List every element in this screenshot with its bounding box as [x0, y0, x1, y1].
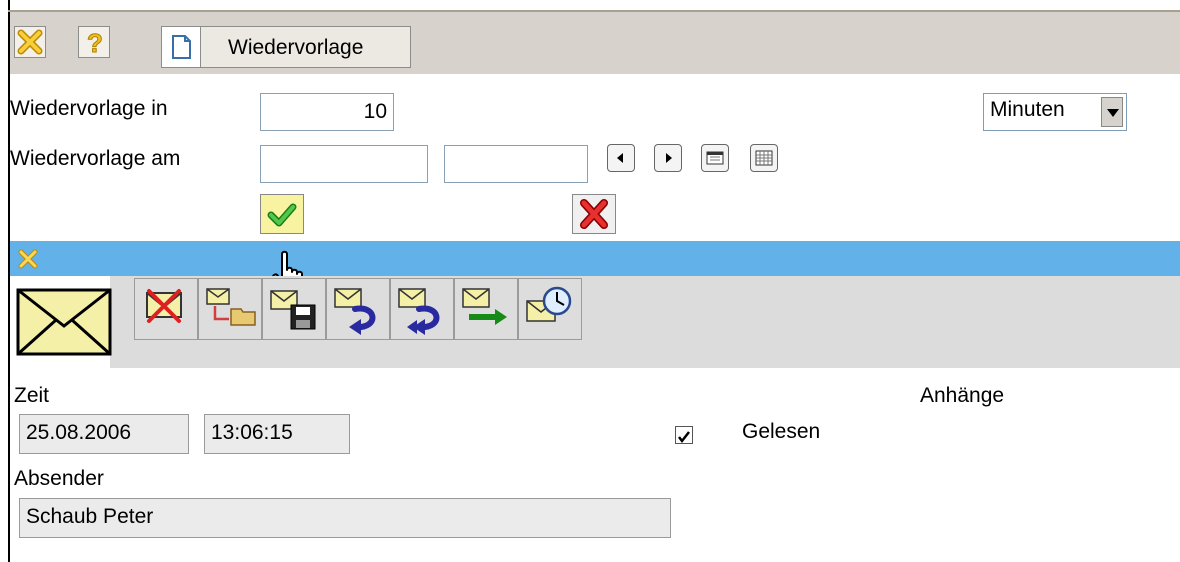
next-button[interactable] — [654, 144, 682, 172]
delete-mail-icon — [146, 289, 182, 323]
left-border — [8, 0, 10, 562]
cancel-button[interactable] — [572, 194, 616, 234]
forward-button[interactable] — [454, 278, 518, 340]
close-section-icon[interactable] — [16, 247, 40, 271]
schedule-mail-button[interactable] — [518, 278, 582, 340]
calendar-day-button[interactable] — [701, 144, 729, 172]
unit-select-value: Minuten — [990, 98, 1065, 121]
message-time-field[interactable]: 13:06:15 — [204, 414, 350, 454]
move-to-folder-button[interactable] — [198, 278, 262, 340]
forward-icon — [462, 288, 507, 325]
envelope-icon — [16, 288, 112, 356]
save-mail-icon — [270, 290, 316, 330]
arrow-right-icon — [666, 153, 672, 163]
calendar-icon — [706, 151, 724, 165]
gelesen-label: Gelesen — [742, 420, 821, 443]
anhaenge-label: Anhänge — [920, 384, 1005, 407]
wiedervorlage-in-label: Wiedervorlage in — [10, 97, 168, 120]
checkmark-icon — [267, 203, 297, 227]
checkbox-check-icon — [678, 431, 690, 444]
wiedervorlage-am-label: Wiedervorlage am — [10, 147, 181, 170]
previous-button[interactable] — [607, 144, 635, 172]
help-icon: ? — [87, 28, 104, 58]
wiedervorlage-label: Wiedervorlage — [228, 36, 364, 59]
document-icon — [172, 35, 191, 59]
cancel-x-icon — [580, 199, 608, 229]
zeit-label: Zeit — [14, 384, 50, 407]
wiedervorlage-in-input[interactable]: 10 — [260, 93, 394, 131]
document-icon-box — [162, 27, 201, 67]
absender-label: Absender — [14, 467, 104, 490]
calendar-grid-icon — [755, 150, 773, 166]
svg-text:?: ? — [87, 28, 103, 57]
section-header-bar — [10, 241, 1180, 276]
time-input[interactable] — [444, 145, 588, 183]
arrow-left-icon — [617, 153, 623, 163]
unit-select[interactable]: Minuten — [983, 93, 1127, 131]
message-date-field[interactable]: 25.08.2006 — [19, 414, 189, 454]
save-mail-button[interactable] — [262, 278, 326, 340]
help-button[interactable]: ? — [78, 26, 110, 58]
wiedervorlage-button[interactable]: Wiedervorlage — [161, 26, 411, 68]
chevron-down-icon[interactable] — [1101, 97, 1123, 127]
reply-all-icon — [398, 288, 440, 335]
move-to-folder-icon — [206, 288, 256, 326]
reply-icon — [334, 288, 376, 335]
schedule-mail-icon — [526, 286, 572, 322]
confirm-button[interactable] — [260, 194, 304, 234]
delete-mail-button[interactable] — [134, 278, 198, 340]
date-input[interactable] — [260, 145, 428, 183]
gelesen-checkbox[interactable] — [675, 426, 693, 444]
reply-button[interactable] — [326, 278, 390, 340]
absender-field[interactable]: Schaub Peter — [19, 498, 671, 538]
calendar-month-button[interactable] — [750, 144, 778, 172]
reply-all-button[interactable] — [390, 278, 454, 340]
close-icon — [17, 29, 43, 55]
close-button[interactable] — [14, 26, 46, 58]
